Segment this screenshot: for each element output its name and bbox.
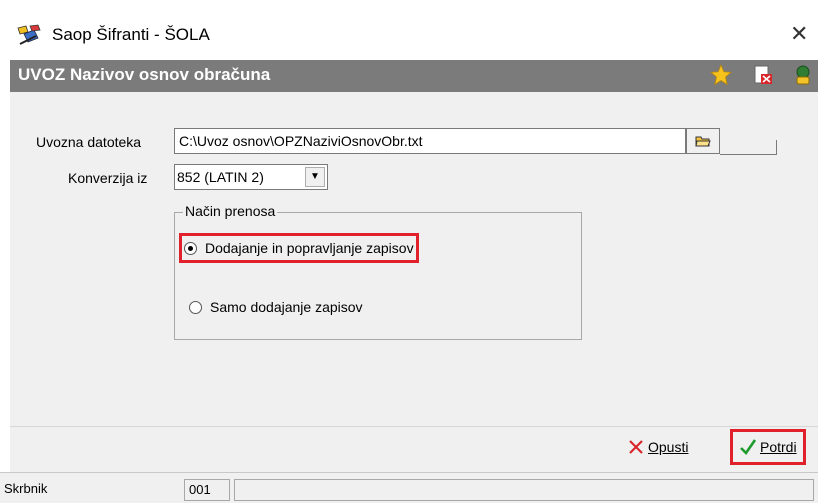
confirm-label: Potrdi (760, 439, 797, 455)
radio-add-only-label: Samo dodajanje zapisov (210, 299, 363, 315)
status-message-panel (234, 479, 814, 501)
window-title: Saop Šifranti - ŠOLA (52, 25, 210, 44)
conversion-select-value: 852 (LATIN 2) (177, 169, 264, 185)
status-code: 001 (184, 479, 230, 501)
cancel-button[interactable]: Opusti (628, 439, 688, 455)
close-icon[interactable]: ✕ (790, 21, 808, 47)
action-bar: Opusti Potrdi (10, 426, 818, 473)
browse-button-edge (720, 140, 777, 155)
transfer-mode-title: Način prenosa (183, 203, 278, 219)
status-bar: Skrbnik 001 (0, 472, 818, 503)
star-icon[interactable] (710, 64, 732, 86)
checkmark-icon (740, 439, 757, 456)
open-folder-icon (695, 136, 711, 147)
cancel-icon (629, 440, 643, 454)
radio-add-only[interactable]: Samo dodajanje zapisov (189, 299, 363, 315)
radio-unselected-indicator[interactable] (189, 300, 202, 314)
status-user: Skrbnik (4, 481, 48, 496)
conversion-select[interactable]: 852 (LATIN 2) ▼ (174, 164, 328, 190)
content-panel: Uvozna datoteka C:\Uvoz osnov\OPZNaziviO… (10, 92, 818, 426)
conversion-label: Konverzija iz (68, 170, 148, 186)
title-bar: Saop Šifranti - ŠOLA ✕ (0, 0, 818, 58)
radio-selected-indicator[interactable] (184, 241, 197, 255)
page-title: UVOZ Nazivov osnov obračuna (18, 65, 271, 84)
transfer-mode-group: Način prenosa Dodajanje in popravljanje … (174, 203, 582, 340)
browse-button[interactable] (686, 128, 720, 154)
file-path-input[interactable]: C:\Uvoz osnov\OPZNaziviOsnovObr.txt (174, 128, 686, 154)
cancel-label: Opusti (648, 439, 689, 455)
confirm-button[interactable]: Potrdi (730, 429, 806, 465)
delete-file-icon[interactable] (752, 64, 774, 86)
radio-add-and-update[interactable]: Dodajanje in popravljanje zapisov (179, 233, 419, 263)
section-header: UVOZ Nazivov osnov obračuna (10, 60, 818, 92)
radio-add-and-update-label: Dodajanje in popravljanje zapisov (205, 240, 414, 256)
file-label: Uvozna datoteka (36, 134, 142, 150)
help-person-icon[interactable] (792, 64, 814, 86)
chevron-down-icon[interactable]: ▼ (305, 167, 325, 187)
app-logo-icon (17, 24, 41, 45)
